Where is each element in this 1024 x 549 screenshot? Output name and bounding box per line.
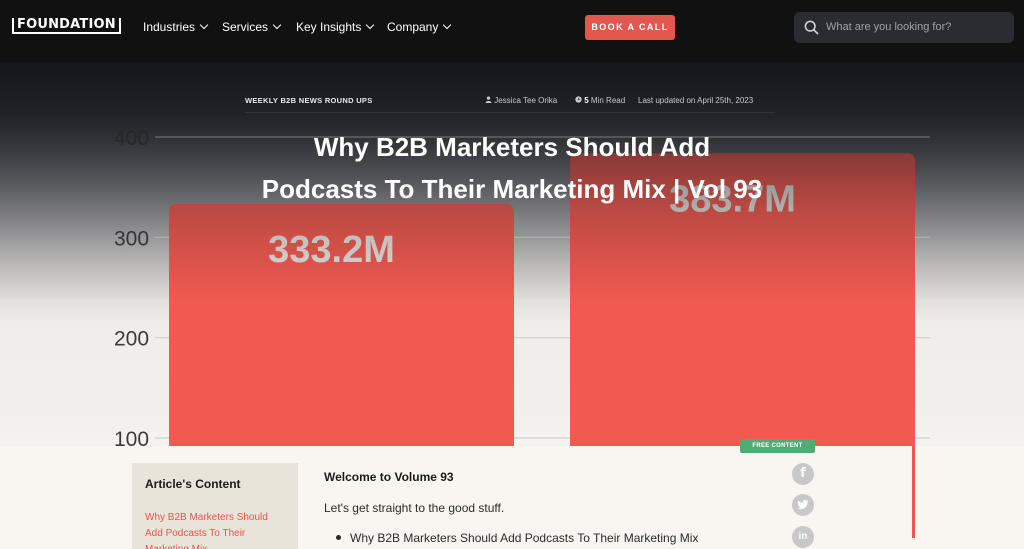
nav-industries[interactable]: Industries [143,20,209,34]
bird-glyph [797,500,809,510]
page-title: Why B2B Marketers Should Add Podcasts To… [261,132,763,204]
toc-title: Article's Content [145,477,241,491]
chevron-down-icon [272,20,282,30]
top-nav: FOUNDATION Industries Services Key Insig… [0,0,1024,62]
search-icon [804,20,819,35]
article-category[interactable]: WEEKLY B2B NEWS ROUND UPS [245,96,373,105]
article-meta: WEEKLY B2B NEWS ROUND UPS Jessica Tee Or… [245,96,775,110]
user-icon [485,96,492,103]
clock-icon [575,96,582,103]
meta-divider [245,112,775,113]
linkedin-icon[interactable]: in [792,526,814,548]
nav-key-insights[interactable]: Key Insights [296,20,375,34]
bullet-dot [336,535,341,540]
article-author: Jessica Tee Orika [485,96,557,105]
chevron-down-icon [366,20,375,30]
free-content-badge: FREE CONTENT [740,439,815,453]
search-input[interactable]: What are you looking for? [826,21,951,33]
search-box[interactable]: What are you looking for? [794,12,1014,43]
chart-bar-edge [912,446,915,538]
hero-overlay [0,62,1024,446]
nav-company[interactable]: Company [387,20,452,34]
chevron-down-icon [199,20,209,30]
logo[interactable]: FOUNDATION [12,18,121,34]
book-a-call-button[interactable]: BOOK A CALL [585,15,675,40]
article-hero: 333.2M383.7M 100200300400 WEEKLY B2B NEW… [0,62,1024,446]
content-lead: Let's get straight to the good stuff. [324,501,505,515]
last-updated: Last updated on April 25th, 2023 [638,96,754,105]
content-heading: Welcome to Volume 93 [324,470,454,484]
table-of-contents: Article's Content Why B2B Marketers Shou… [132,463,298,549]
twitter-icon[interactable] [792,494,814,516]
nav-services[interactable]: Services [222,20,282,34]
read-time: 5 Min Read [575,96,625,105]
list-item: Why B2B Marketers Should Add Podcasts To… [336,531,698,545]
chevron-down-icon [443,20,452,30]
facebook-icon[interactable]: f [792,463,814,485]
toc-link[interactable]: Why B2B Marketers Should Add Podcasts To… [145,510,285,549]
